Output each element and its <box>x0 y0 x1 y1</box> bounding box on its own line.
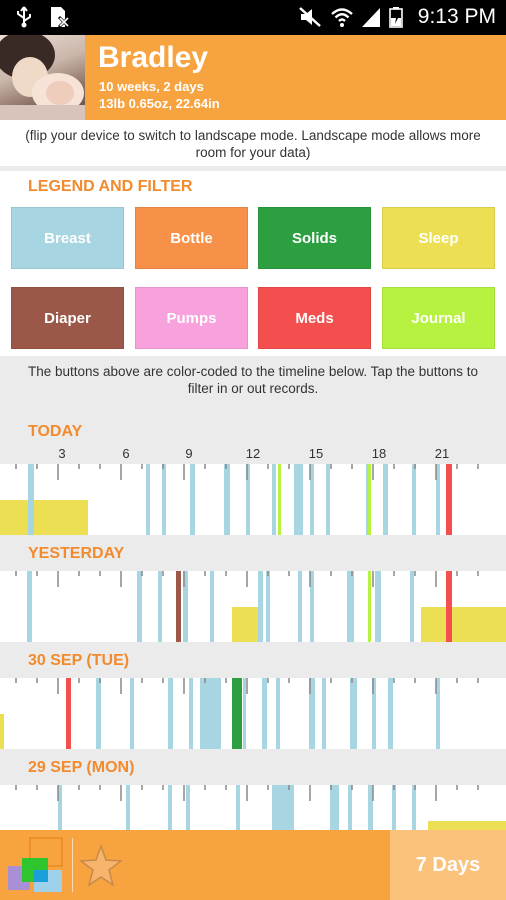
day-header-29-sep: 29 SEP (MON) <box>0 749 506 785</box>
status-bar: 9:13 PM <box>0 0 506 35</box>
signal-icon <box>362 8 380 27</box>
wifi-icon <box>331 8 353 27</box>
filter-pumps-button[interactable]: Pumps <box>135 287 248 349</box>
hour-label: 3 <box>58 446 66 461</box>
battery-icon <box>389 7 403 28</box>
day-header-yesterday: YESTERDAY <box>0 535 506 571</box>
filter-bottle-button[interactable]: Bottle <box>135 207 248 269</box>
day-label: 29 SEP (MON) <box>28 759 135 776</box>
day-header-30-sep: 30 SEP (TUE) <box>0 642 506 678</box>
mute-icon <box>299 7 321 27</box>
timeline-yesterday[interactable] <box>0 571 506 642</box>
day-header-today: TODAY <box>0 413 506 449</box>
sim-card-icon <box>51 7 70 28</box>
hour-label: 21 <box>434 446 450 461</box>
baby-photo[interactable] <box>0 35 85 120</box>
hour-label: 15 <box>308 446 324 461</box>
clock-time: 9:13 PM <box>417 5 496 28</box>
hour-label: 9 <box>185 446 193 461</box>
day-label: YESTERDAY <box>28 545 125 562</box>
divider <box>72 838 73 892</box>
filter-breast-button[interactable]: Breast <box>11 207 124 269</box>
app-screen: 9:13 PM Bradley 10 weeks, 2 days 13lb 0.… <box>0 0 506 900</box>
timeline-30-sep[interactable] <box>0 678 506 749</box>
app-logo-icon[interactable] <box>8 836 64 894</box>
filter-journal-button[interactable]: Journal <box>382 287 495 349</box>
hour-label: 12 <box>245 446 261 461</box>
timeline-today[interactable] <box>0 464 506 535</box>
legend-panel: LEGEND AND FILTER Breast Bottle Solids S… <box>0 171 506 356</box>
filter-solids-button[interactable]: Solids <box>258 207 371 269</box>
baby-age: 10 weeks, 2 days <box>99 79 204 94</box>
filter-sleep-button[interactable]: Sleep <box>382 207 495 269</box>
timeline-29-sep[interactable] <box>0 785 506 830</box>
usb-icon <box>17 6 31 28</box>
day-label: 30 SEP (TUE) <box>28 652 130 669</box>
baby-measurements: 13lb 0.65oz, 22.64in <box>99 96 220 111</box>
landscape-notice: (flip your device to switch to landscape… <box>0 120 506 166</box>
day-label: TODAY <box>28 423 83 440</box>
star-icon[interactable] <box>78 844 124 888</box>
baby-name: Bradley <box>98 41 209 74</box>
range-7-days-button[interactable]: 7 Days <box>390 830 506 900</box>
filter-meds-button[interactable]: Meds <box>258 287 371 349</box>
legend-title: LEGEND AND FILTER <box>28 178 193 195</box>
filter-diaper-button[interactable]: Diaper <box>11 287 124 349</box>
hour-label: 18 <box>371 446 387 461</box>
bottom-bar: 7 Days <box>0 830 506 900</box>
filter-hint: The buttons above are color-coded to the… <box>27 364 479 396</box>
profile-header[interactable]: Bradley 10 weeks, 2 days 13lb 0.65oz, 22… <box>0 35 506 120</box>
hour-label: 6 <box>122 446 130 461</box>
